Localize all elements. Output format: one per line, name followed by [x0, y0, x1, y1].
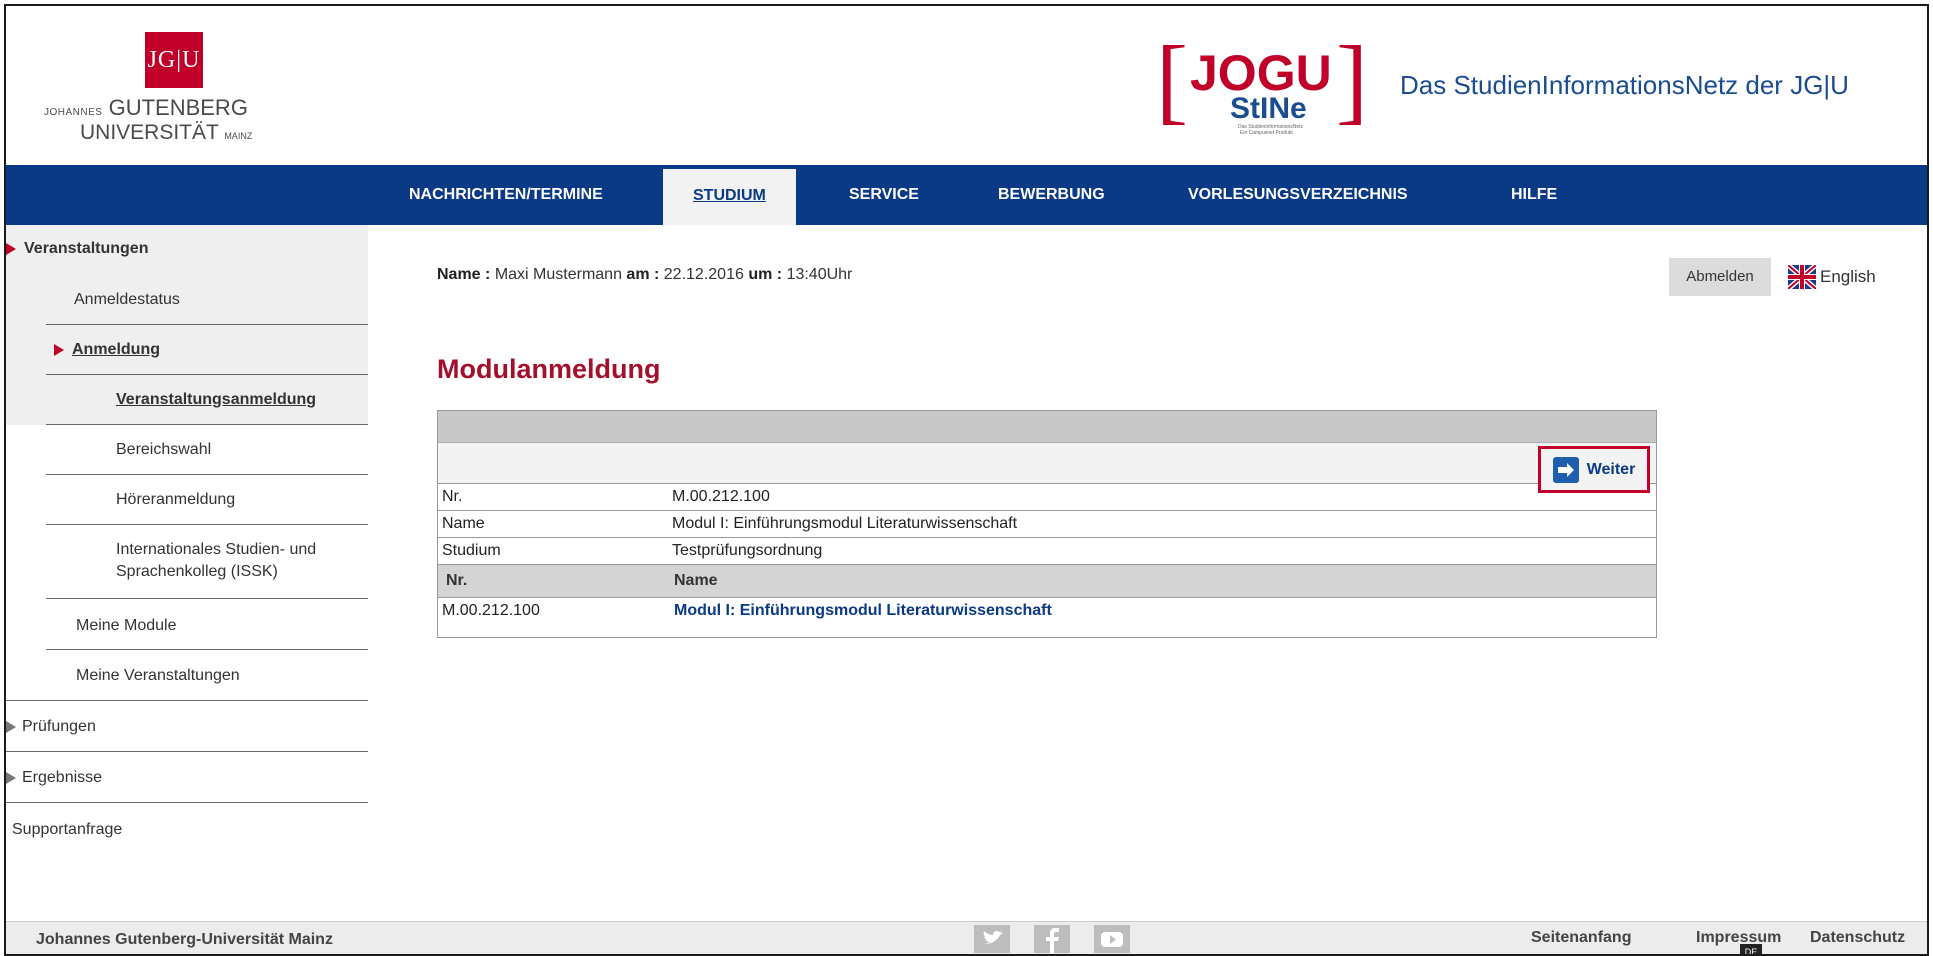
list-header-row: Nr. Name: [438, 565, 1656, 598]
page-title: Modulanmeldung: [437, 354, 661, 384]
sidebar-item-supportanfrage[interactable]: Supportanfrage: [12, 821, 122, 839]
nav-hilfe[interactable]: HILFE: [1511, 165, 1557, 225]
browser-frame: JG|U JOHANNES GUTENBERG UNIVERSITÄT MAIN…: [4, 4, 1929, 956]
footer-seitenanfang[interactable]: Seitenanfang: [1531, 929, 1631, 947]
footer-impressum[interactable]: Impressum: [1696, 929, 1781, 947]
table-row: Nr. M.00.212.100: [438, 484, 1656, 511]
module-table: Weiter Nr. M.00.212.100 Name Modul I: Ei…: [437, 410, 1657, 638]
jgu-badge: JG|U: [145, 32, 203, 88]
triangle-right-icon: [6, 720, 16, 733]
nav-vorlesungsverzeichnis[interactable]: VORLESUNGSVERZEICHNIS: [1188, 165, 1408, 225]
login-time: 13:40Uhr: [786, 266, 853, 283]
facebook-icon[interactable]: [1034, 925, 1070, 953]
twitter-icon[interactable]: [974, 925, 1010, 953]
nav-studium[interactable]: STUDIUM: [663, 169, 796, 225]
sidebar-item-veranstaltungen[interactable]: Veranstaltungen: [6, 240, 148, 258]
user-info: Name : Maxi Mustermann am : 22.12.2016 u…: [437, 266, 853, 283]
triangle-right-icon: [54, 343, 64, 356]
login-date: 22.12.2016: [663, 266, 744, 283]
page-header: JG|U JOHANNES GUTENBERG UNIVERSITÄT MAIN…: [6, 6, 1927, 165]
triangle-right-icon: [6, 771, 16, 784]
nav-service[interactable]: SERVICE: [849, 165, 919, 225]
sidebar-item-issk[interactable]: Internationales Studien- und Sprachenkol…: [116, 539, 316, 583]
nav-nachrichten-termine[interactable]: NACHRICHTEN/TERMINE: [409, 165, 603, 225]
uk-flag-icon: [1788, 265, 1816, 289]
sidebar-item-anmeldestatus[interactable]: Anmeldestatus: [74, 291, 180, 309]
language-switch[interactable]: English: [1788, 260, 1876, 294]
triangle-right-icon: [6, 242, 16, 255]
page-footer: Johannes Gutenberg-Universität Mainz Sei…: [6, 921, 1927, 954]
svg-text:]: ]: [1336, 26, 1368, 133]
table-row: M.00.212.100 Modul I: Einführungsmodul L…: [438, 598, 1656, 624]
sidebar-item-anmeldung[interactable]: Anmeldung: [54, 341, 160, 359]
language-badge: DE: [1740, 944, 1762, 954]
footer-university: Johannes Gutenberg-Universität Mainz: [36, 931, 333, 948]
logout-button[interactable]: Abmelden: [1669, 258, 1771, 296]
sidebar-item-meine-veranstaltungen[interactable]: Meine Veranstaltungen: [76, 667, 240, 685]
module-link[interactable]: Modul I: Einführungsmodul Literaturwisse…: [674, 598, 1052, 624]
sidebar-item-pruefungen[interactable]: Prüfungen: [6, 718, 96, 736]
table-header-bar: [438, 411, 1656, 443]
svg-text:Ein Campusnet Produkt: Ein Campusnet Produkt: [1240, 130, 1293, 136]
footer-datenschutz[interactable]: Datenschutz: [1810, 929, 1905, 947]
sidebar-item-ergebnisse[interactable]: Ergebnisse: [6, 769, 102, 787]
sidebar-item-meine-module[interactable]: Meine Module: [76, 617, 177, 635]
sidebar-item-hoereranmeldung[interactable]: Höreranmeldung: [116, 491, 235, 509]
table-action-bar: Weiter: [438, 443, 1656, 493]
table-row: Name Modul I: Einführungsmodul Literatur…: [438, 511, 1656, 538]
main-nav: NACHRICHTEN/TERMINE STUDIUM SERVICE BEWE…: [6, 165, 1927, 225]
table-row: Studium Testprüfungsordnung: [438, 538, 1656, 565]
jogu-stine-logo[interactable]: [ ] JOGU StINe Das StudienInformationsNe…: [1156, 20, 1372, 140]
youtube-icon[interactable]: [1094, 925, 1130, 953]
user-name: Maxi Mustermann: [494, 266, 622, 283]
sidebar-item-bereichswahl[interactable]: Bereichswahl: [116, 441, 211, 459]
svg-text:StINe: StINe: [1230, 92, 1307, 125]
site-title: Das StudienInformationsNetz der JG|U: [1400, 70, 1849, 100]
nav-bewerbung[interactable]: BEWERBUNG: [998, 165, 1105, 225]
arrow-right-icon: [1552, 456, 1579, 483]
sidebar-item-veranstaltungsanmeldung[interactable]: Veranstaltungsanmeldung: [116, 391, 316, 409]
svg-text:[: [: [1156, 26, 1188, 133]
sidebar: Veranstaltungen Anmeldestatus Anmeldung …: [6, 225, 368, 895]
